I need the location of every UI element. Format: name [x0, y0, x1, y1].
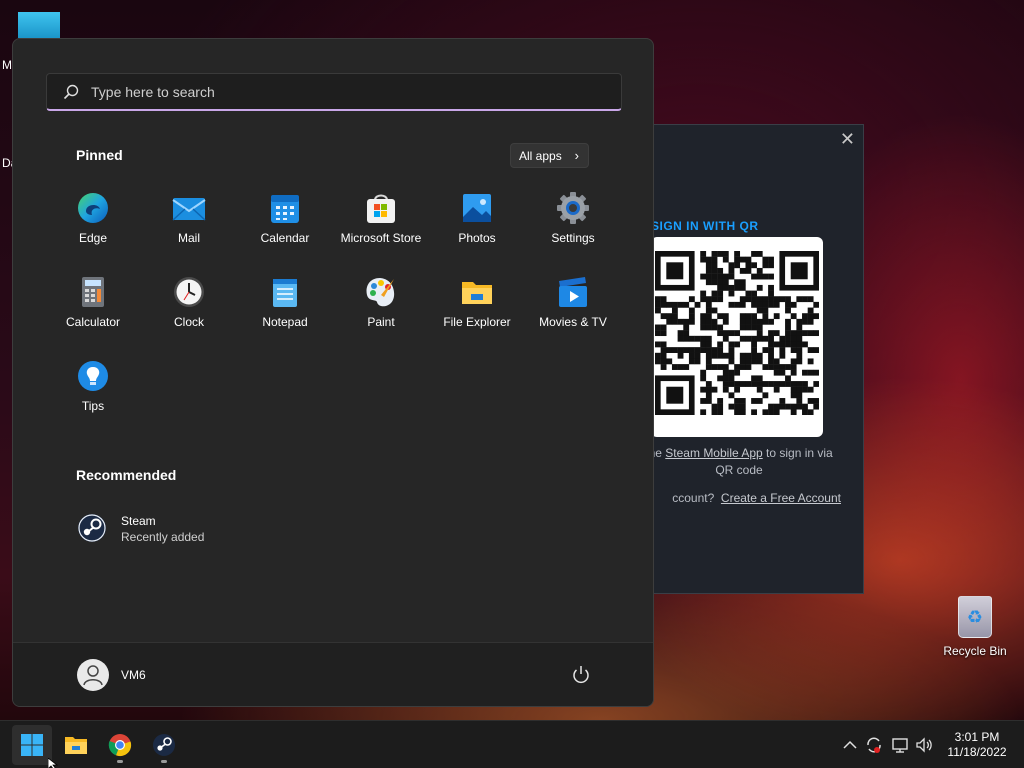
app-label: Tips: [81, 399, 105, 413]
recommended-item-steam[interactable]: Steam Recently added: [73, 509, 273, 549]
search-input[interactable]: [91, 80, 591, 104]
folder-icon: [460, 275, 494, 309]
create-account-link[interactable]: Create a Free Account: [721, 491, 841, 505]
pinned-app-calculator[interactable]: Calculator: [45, 271, 141, 355]
recycle-bin-label: Recycle Bin: [943, 644, 1007, 658]
taskbar: 3:01 PM 11/18/2022: [0, 720, 1024, 768]
chevron-right-icon: ›: [574, 148, 579, 163]
desktop-shortcut-label: M: [2, 58, 12, 72]
movies-icon: [556, 275, 590, 309]
power-icon: [573, 666, 589, 684]
start-button[interactable]: [12, 725, 52, 765]
pinned-app-clock[interactable]: Clock: [141, 271, 237, 355]
recycle-bin-icon: ♻: [958, 596, 992, 638]
start-footer: VM6: [13, 642, 653, 706]
mouse-cursor-icon: [48, 758, 59, 768]
volume-icon: [916, 737, 932, 753]
edge-icon: [76, 191, 110, 225]
app-label: Paint: [367, 315, 395, 329]
tray-sync[interactable]: [864, 735, 884, 755]
create-account-row: ccount? Create a Free Account: [672, 491, 841, 505]
qr-code: [651, 237, 823, 437]
pinned-apps-grid: Edge Mail Calendar Microsoft Store Photo…: [45, 187, 621, 439]
user-name: VM6: [121, 668, 146, 682]
taskbar-clock[interactable]: 3:01 PM 11/18/2022: [942, 730, 1012, 760]
chevron-up-icon: [843, 740, 857, 749]
app-label: Calendar: [260, 231, 310, 245]
pinned-app-paint[interactable]: Paint: [333, 271, 429, 355]
app-label: File Explorer: [443, 315, 511, 329]
gear-icon: [556, 191, 590, 225]
steam-icon: [77, 513, 107, 543]
taskbar-steam[interactable]: [144, 725, 184, 765]
clock-date: 11/18/2022: [947, 745, 1007, 759]
app-label: Settings: [551, 231, 595, 245]
user-account-button[interactable]: VM6: [73, 657, 213, 693]
search-icon: [63, 84, 79, 100]
show-hidden-icons[interactable]: [840, 735, 860, 755]
clock-time: 3:01 PM: [954, 730, 1000, 744]
sync-icon: [867, 737, 881, 753]
calculator-icon: [76, 275, 110, 309]
steam-mobile-app-link[interactable]: Steam Mobile App: [665, 446, 762, 460]
pinned-app-photos[interactable]: Photos: [429, 187, 525, 271]
tray-network[interactable]: [890, 735, 910, 755]
pinned-app-tips[interactable]: Tips: [45, 355, 141, 439]
avatar: [77, 659, 109, 691]
steam-icon: [153, 734, 175, 756]
app-label: Edge: [78, 231, 108, 245]
taskbar-file-explorer[interactable]: [56, 725, 96, 765]
desktop-shortcut-icon[interactable]: [18, 12, 60, 38]
network-icon: [892, 738, 908, 753]
clock-icon: [172, 275, 206, 309]
close-icon[interactable]: ✕: [840, 129, 855, 150]
tray-volume[interactable]: [914, 735, 934, 755]
recommended-heading: Recommended: [76, 467, 177, 483]
app-label: Clock: [173, 315, 204, 329]
pinned-app-calendar[interactable]: Calendar: [237, 187, 333, 271]
steam-login-window: ✕ SIGN IN WITH QR the Steam Mobile App t…: [620, 124, 864, 594]
running-indicator: [161, 760, 167, 763]
qr-sign-in-title: SIGN IN WITH QR: [651, 219, 759, 233]
pinned-app-movies-tv[interactable]: Movies & TV: [525, 271, 621, 355]
pinned-app-microsoft-store[interactable]: Microsoft Store: [333, 187, 429, 271]
photos-icon: [460, 191, 494, 225]
app-label: Microsoft Store: [340, 231, 422, 245]
chrome-icon: [108, 734, 132, 757]
recycle-bin-shortcut[interactable]: ♻ Recycle Bin: [938, 596, 1012, 658]
power-button[interactable]: [569, 663, 593, 687]
pinned-app-mail[interactable]: Mail: [141, 187, 237, 271]
taskbar-chrome[interactable]: [100, 725, 140, 765]
running-indicator: [117, 760, 123, 763]
notepad-icon: [268, 275, 302, 309]
recommended-item-name: Steam: [121, 514, 156, 528]
pinned-app-settings[interactable]: Settings: [525, 187, 621, 271]
qr-code-icon: [655, 251, 819, 415]
pinned-app-file-explorer[interactable]: File Explorer: [429, 271, 525, 355]
folder-icon: [65, 737, 87, 754]
search-box[interactable]: [46, 73, 622, 111]
start-menu: Pinned All apps › Edge: [12, 38, 654, 707]
qr-hint: the Steam Mobile App to sign in via QR c…: [645, 446, 833, 477]
pinned-heading: Pinned: [76, 147, 123, 163]
app-label: Movies & TV: [539, 315, 607, 329]
store-icon: [364, 191, 398, 225]
all-apps-button[interactable]: All apps ›: [510, 143, 589, 168]
app-label: Calculator: [65, 315, 121, 329]
recommended-item-detail: Recently added: [121, 530, 205, 544]
lightbulb-icon: [76, 359, 110, 393]
app-label: Mail: [177, 231, 200, 245]
start-icon: [21, 734, 43, 756]
app-label: Notepad: [262, 315, 308, 329]
pinned-app-edge[interactable]: Edge: [45, 187, 141, 271]
app-label: Photos: [458, 231, 496, 245]
all-apps-label: All apps: [519, 149, 562, 163]
paint-icon: [364, 275, 398, 309]
mail-icon: [172, 191, 206, 225]
calendar-icon: [268, 191, 302, 225]
pinned-app-notepad[interactable]: Notepad: [237, 271, 333, 355]
